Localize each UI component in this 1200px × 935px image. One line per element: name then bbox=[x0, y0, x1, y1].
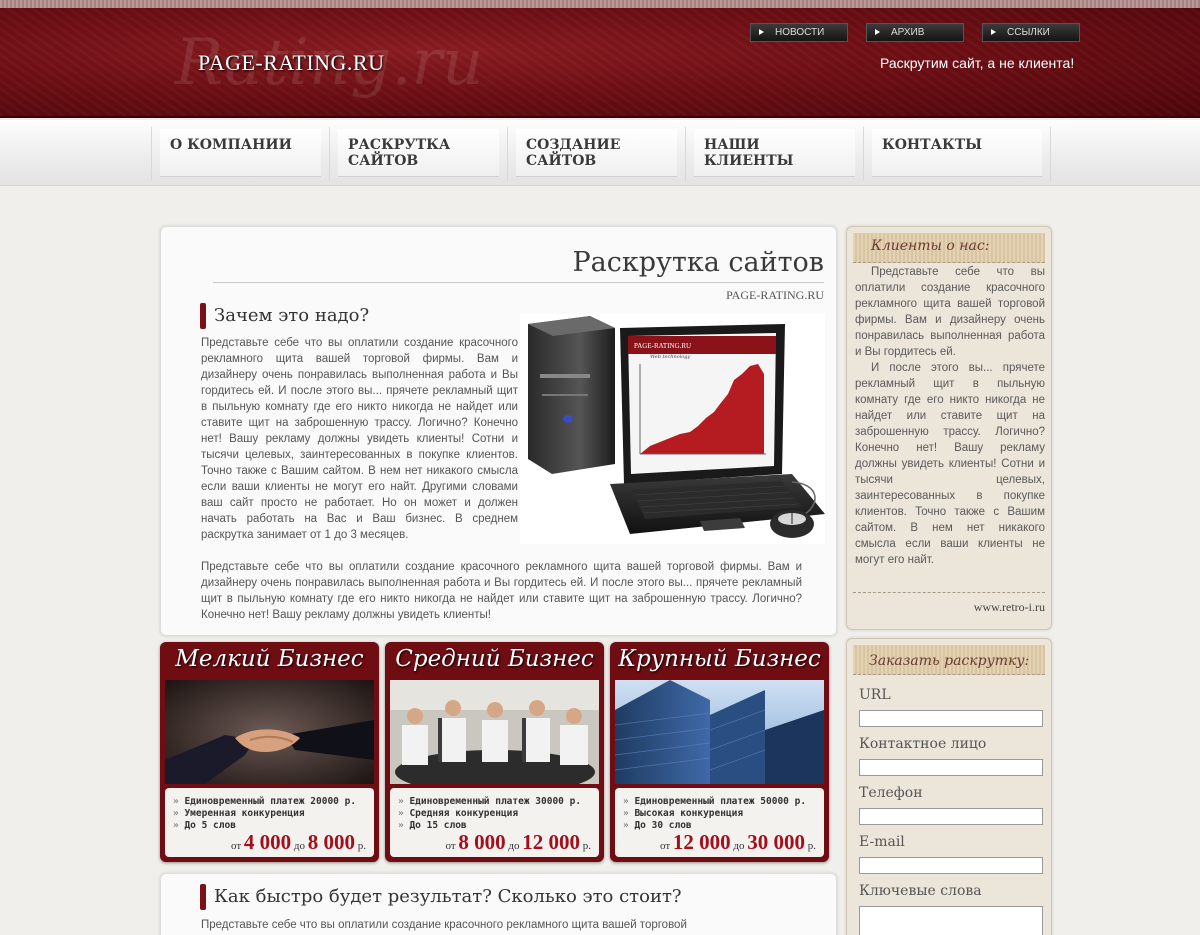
phone-input[interactable] bbox=[859, 808, 1043, 825]
site-header: Rating.ru PAGE-RATING.RU НОВОСТИ АРХИВ С… bbox=[0, 8, 1200, 118]
business-meeting-image bbox=[390, 680, 599, 784]
card-feature: Единовременный платеж 50000 р. bbox=[623, 796, 806, 807]
testimonials-title: Клиенты о нас: bbox=[871, 238, 990, 254]
contact-person-input[interactable] bbox=[859, 759, 1043, 776]
order-form-title: Заказать раскрутку: bbox=[869, 653, 1030, 669]
top-nav-archive-label: АРХИВ bbox=[891, 27, 925, 38]
page-subtitle: PAGE-RATING.RU bbox=[726, 288, 824, 302]
card-feature: Единовременный платеж 20000 р. bbox=[173, 796, 356, 807]
section-marker bbox=[200, 884, 206, 910]
card-price: от 12 000 до 30 000 р. bbox=[659, 830, 816, 854]
section-title-pricing: Как быстро будет результат? Сколько это … bbox=[214, 886, 682, 907]
contact-person-label: Контактное лицо bbox=[859, 736, 987, 752]
testimonials-box: Клиенты о нас: Представьте себе что вы о… bbox=[846, 226, 1052, 630]
nav-item-label: КОНТАКТЫ bbox=[882, 137, 982, 153]
order-form-box: Заказать раскрутку: URL Контактное лицо … bbox=[846, 638, 1052, 935]
play-icon bbox=[875, 29, 880, 35]
nav-item-web-design[interactable]: СОЗДАНИЕ САЙТОВ bbox=[507, 127, 685, 181]
main-nav: О КОМПАНИИ РАСКРУТКА САЙТОВ СОЗДАНИЕ САЙ… bbox=[0, 120, 1200, 186]
testimonials-source-link[interactable]: www.retro-i.ru bbox=[974, 600, 1045, 615]
title-divider bbox=[213, 282, 824, 283]
site-logo[interactable]: PAGE-RATING.RU bbox=[198, 50, 384, 76]
price-from: 12 000 bbox=[672, 830, 731, 854]
pricing-card-large[interactable]: Крупный Бизнес Единовременный платеж 500… bbox=[610, 642, 829, 862]
card-price: от 8 000 до 12 000 р. bbox=[445, 830, 591, 854]
screen-sub-text: Web technology bbox=[650, 354, 691, 360]
pricing-card-medium[interactable]: Средний Бизнес Единовременный платеж 300… bbox=[385, 642, 604, 862]
testimonial-paragraph: Представьте себе что вы оплатили создани… bbox=[855, 266, 1045, 358]
price-to: 8 000 bbox=[307, 830, 355, 854]
top-nav-archive-button[interactable]: АРХИВ bbox=[866, 23, 964, 42]
price-from: 4 000 bbox=[243, 830, 292, 854]
top-nav-links-label: ССЫЛКИ bbox=[1007, 27, 1050, 38]
nav-item-promotion[interactable]: РАСКРУТКА САЙТОВ bbox=[329, 127, 507, 181]
pricing-card-small[interactable]: Мелкий Бизнес Единовременный платеж 2000… bbox=[160, 642, 379, 862]
card-feature: Высокая конкуренция bbox=[623, 808, 743, 819]
handshake-image bbox=[165, 680, 374, 784]
card-title: Крупный Бизнес bbox=[618, 646, 821, 672]
card-info: Единовременный платеж 30000 р. Средняя к… bbox=[390, 788, 599, 857]
keywords-input[interactable] bbox=[859, 906, 1043, 935]
section-why-text-wide: Представьте себе что вы оплатили создани… bbox=[201, 561, 802, 621]
card-info: Единовременный платеж 50000 р. Высокая к… bbox=[615, 788, 824, 857]
top-decor-strip bbox=[0, 0, 1200, 8]
url-label: URL bbox=[859, 687, 891, 703]
nav-item-about[interactable]: О КОМПАНИИ bbox=[151, 127, 329, 181]
play-icon bbox=[759, 29, 764, 35]
card-title: Мелкий Бизнес bbox=[175, 646, 364, 672]
nav-item-label: РАСКРУТКА САЙТОВ bbox=[348, 137, 451, 169]
testimonial-paragraph: И после этого вы... прячете рекламный щи… bbox=[855, 362, 1045, 566]
card-info: Единовременный платеж 20000 р. Умеренная… bbox=[165, 788, 374, 857]
section-why-text-column: Представьте себе что вы оплатили создани… bbox=[201, 337, 518, 541]
price-to: 30 000 bbox=[747, 830, 805, 854]
page-title: Раскрутка сайтов bbox=[572, 247, 824, 278]
header-slogan: Раскрутим сайт, а не клиента! bbox=[880, 55, 1075, 71]
card-feature: Средняя конкуренция bbox=[398, 808, 518, 819]
price-from: 8 000 bbox=[458, 830, 506, 854]
top-nav-news-button[interactable]: НОВОСТИ bbox=[750, 23, 848, 42]
card-feature: Единовременный платеж 30000 р. bbox=[398, 796, 581, 807]
screen-logo-text: PAGE-RATING.RU bbox=[634, 342, 691, 350]
computer-and-laptop-image: PAGE-RATING.RU Web technology bbox=[528, 316, 825, 538]
section-pricing-text: Представьте себе что вы оплатили создани… bbox=[201, 919, 687, 931]
section-title-why: Зачем это надо? bbox=[214, 305, 370, 326]
skyscrapers-image bbox=[615, 680, 824, 784]
price-to: 12 000 bbox=[522, 830, 580, 854]
play-icon bbox=[991, 29, 996, 35]
url-input[interactable] bbox=[859, 710, 1043, 727]
nav-item-label: НАШИ КЛИЕНТЫ bbox=[704, 137, 794, 169]
card-feature: Умеренная конкуренция bbox=[173, 808, 304, 819]
testimonials-divider bbox=[853, 592, 1045, 593]
top-nav-links-button[interactable]: ССЫЛКИ bbox=[982, 23, 1080, 42]
email-label: E-mail bbox=[859, 834, 905, 850]
phone-label: Телефон bbox=[859, 785, 923, 801]
computer-illustration: PAGE-RATING.RU Web technology bbox=[520, 314, 825, 544]
nav-item-clients[interactable]: НАШИ КЛИЕНТЫ bbox=[685, 127, 863, 181]
nav-item-label: О КОМПАНИИ bbox=[170, 137, 292, 153]
email-input[interactable] bbox=[859, 857, 1043, 874]
nav-item-label: СОЗДАНИЕ САЙТОВ bbox=[526, 137, 621, 169]
top-nav-news-label: НОВОСТИ bbox=[775, 27, 825, 38]
card-feature: До 5 слов bbox=[173, 820, 235, 831]
keywords-label: Ключевые слова bbox=[859, 883, 982, 899]
card-title: Средний Бизнес bbox=[395, 646, 594, 672]
section-marker bbox=[200, 303, 206, 329]
card-price: от 4 000 до 8 000 р. bbox=[230, 830, 366, 854]
nav-item-contacts[interactable]: КОНТАКТЫ bbox=[863, 127, 1051, 181]
